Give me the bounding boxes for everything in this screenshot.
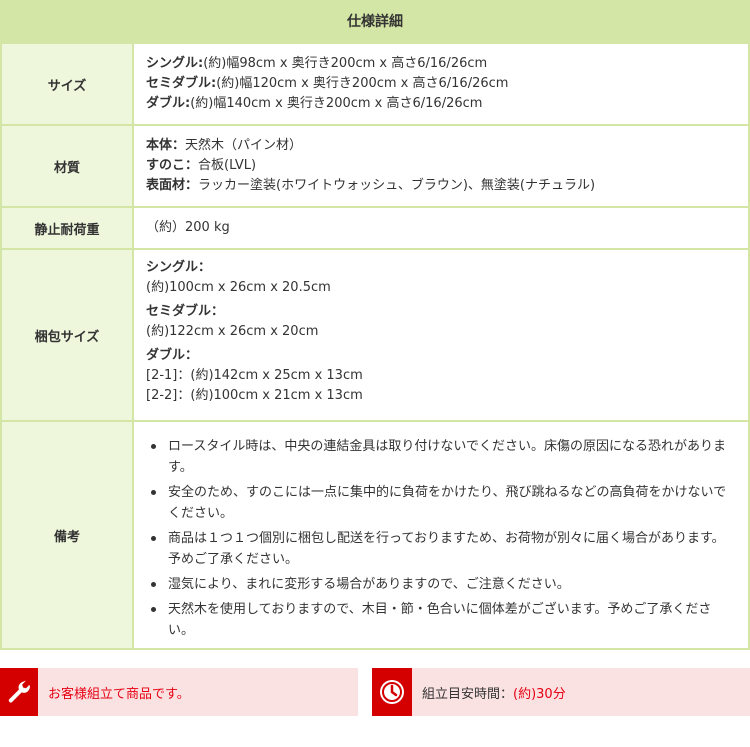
assembly-time-text: 組立目安時間：(約)30分 — [422, 683, 566, 702]
size-double-heading: ダブル: — [146, 96, 191, 111]
material-value: 本体：天然木（パイン材） すのこ：合板(LVL) 表面材：ラッカー塗装(ホワイト… — [134, 126, 748, 206]
package-label: 梱包サイズ — [2, 250, 134, 420]
size-double-value: (約)幅140cm x 奥行き200cm x 高さ6/16/26cm — [190, 96, 483, 111]
assembly-time-value: (約)30分 — [513, 686, 566, 702]
package-semi-value: (約)122cm x 26cm x 20cm — [146, 324, 319, 339]
note-item: 商品は１つ１つ個別に梱包し配送を行っておりますため、お荷物が別々に届く場合があり… — [146, 528, 736, 570]
assembly-time-label: 組立目安時間： — [422, 686, 514, 702]
note-item: 湿気により、まれに変形する場合がありますので、ご注意ください。 — [146, 574, 736, 595]
package-single-heading: シングル： — [146, 260, 212, 275]
size-label: サイズ — [2, 44, 134, 124]
package-double-value-1: [2-1]：(約)142cm x 25cm x 13cm — [146, 368, 363, 383]
note-item: 天然木を使用しておりますので、木目・節・色合いに個体差がございます。予めご了承く… — [146, 599, 736, 641]
note-item: 安全のため、すのこには一点に集中的に負荷をかけたり、飛び跳ねるなどの高負荷をかけ… — [146, 482, 736, 524]
size-single-heading: シングル: — [146, 56, 204, 71]
material-body-value: 天然木（パイン材） — [185, 138, 303, 153]
notes-value: ロースタイル時は、中央の連結金具は取り付けないでください。床傷の原因になる恐れが… — [134, 422, 748, 648]
package-double-heading: ダブル： — [146, 348, 199, 363]
note-item: ロースタイル時は、中央の連結金具は取り付けないでください。床傷の原因になる恐れが… — [146, 436, 736, 478]
size-semi-value: (約)幅120cm x 奥行き200cm x 高さ6/16/26cm — [216, 76, 509, 91]
material-body-heading: 本体： — [146, 138, 186, 153]
assembly-text: お客様組立て商品です。 — [48, 686, 190, 702]
row-notes: 備考 ロースタイル時は、中央の連結金具は取り付けないでください。床傷の原因になる… — [2, 420, 748, 648]
assembly-time-badge: 組立目安時間：(約)30分 — [372, 668, 750, 716]
package-double-value-2: [2-2]：(約)100cm x 21cm x 13cm — [146, 388, 363, 403]
notes-list: ロースタイル時は、中央の連結金具は取り付けないでください。床傷の原因になる恐れが… — [134, 422, 748, 641]
row-load: 静止耐荷重 （約）200 kg — [2, 206, 748, 248]
wrench-icon — [0, 668, 38, 716]
row-material: 材質 本体：天然木（パイン材） すのこ：合板(LVL) 表面材：ラッカー塗装(ホ… — [2, 124, 748, 206]
material-slat-heading: すのこ： — [146, 158, 199, 173]
assembly-info: お客様組立て商品です。 組立目安時間：(約)30分 — [0, 668, 750, 716]
row-package: 梱包サイズ シングル： (約)100cm x 26cm x 20.5cm セミダ… — [2, 248, 748, 420]
clock-icon — [372, 668, 412, 716]
size-single-value: (約)幅98cm x 奥行き200cm x 高さ6/16/26cm — [203, 56, 488, 71]
material-surface-value: ラッカー塗装(ホワイトウォッシュ、ブラウン)、無塗装(ナチュラル) — [198, 178, 596, 193]
material-slat-value: 合板(LVL) — [198, 158, 257, 173]
material-surface-heading: 表面材： — [146, 178, 199, 193]
spec-title: 仕様詳細 — [2, 2, 748, 42]
package-semi-heading: セミダブル： — [146, 304, 225, 319]
size-semi-heading: セミダブル: — [146, 76, 217, 91]
row-size: サイズ シングル:(約)幅98cm x 奥行き200cm x 高さ6/16/26… — [2, 42, 748, 124]
notes-label: 備考 — [2, 422, 134, 648]
load-value: （約）200 kg — [146, 220, 230, 235]
spec-table: 仕様詳細 サイズ シングル:(約)幅98cm x 奥行き200cm x 高さ6/… — [0, 0, 750, 650]
package-single-value: (約)100cm x 26cm x 20.5cm — [146, 280, 331, 295]
package-value: シングル： (約)100cm x 26cm x 20.5cm セミダブル： (約… — [134, 250, 748, 420]
size-value: シングル:(約)幅98cm x 奥行き200cm x 高さ6/16/26cm セ… — [134, 44, 748, 124]
material-label: 材質 — [2, 126, 134, 206]
assembly-badge: お客様組立て商品です。 — [0, 668, 358, 716]
load-label: 静止耐荷重 — [2, 208, 134, 248]
